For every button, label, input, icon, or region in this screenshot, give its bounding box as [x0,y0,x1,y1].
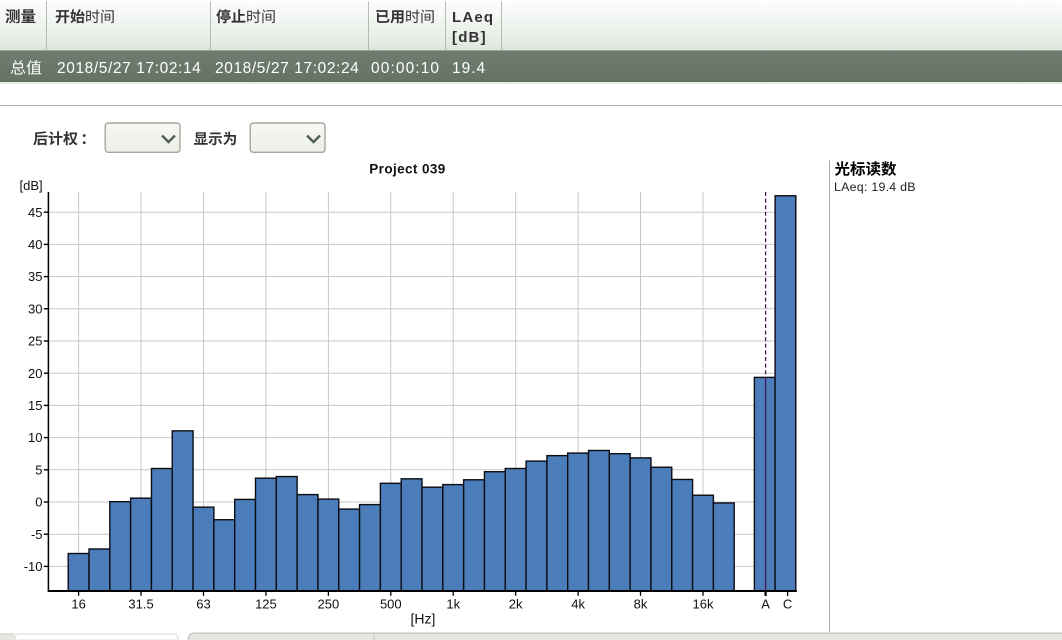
svg-text:Project 039: Project 039 [369,162,445,177]
svg-text:2018/5/27 17:02:24: 2018/5/27 17:02:24 [215,60,359,77]
svg-text:[Hz]: [Hz] [411,611,436,627]
svg-text:125: 125 [255,597,277,612]
svg-text:31.5: 31.5 [128,597,153,612]
svg-text:LAeq: LAeq [452,9,494,26]
svg-text:[dB]: [dB] [20,178,43,193]
svg-text:16k: 16k [692,597,713,612]
svg-text:0: 0 [35,495,42,510]
svg-text:25: 25 [28,334,42,349]
svg-text:4k: 4k [571,597,585,612]
svg-text:20: 20 [28,366,42,381]
svg-text:30: 30 [28,301,42,316]
svg-text:C: C [783,597,792,612]
svg-text:45: 45 [28,205,42,220]
svg-text:500: 500 [380,597,402,612]
svg-text:10: 10 [28,430,42,445]
svg-text:-5: -5 [31,527,43,542]
svg-text:19.4: 19.4 [452,60,486,77]
svg-text:00:00:10: 00:00:10 [371,60,440,77]
svg-text:LAeq: 19.4 dB: LAeq: 19.4 dB [834,180,916,194]
svg-text:35: 35 [28,269,42,284]
svg-text:2018/5/27 17:02:14: 2018/5/27 17:02:14 [57,60,201,77]
svg-text:15: 15 [28,398,42,413]
svg-text:250: 250 [318,597,340,612]
svg-text:2k: 2k [509,597,523,612]
svg-text:8k: 8k [634,597,648,612]
svg-text:16: 16 [71,597,85,612]
svg-text:1k: 1k [446,597,460,612]
svg-text:[dB]: [dB] [452,29,487,46]
svg-text:A: A [761,597,770,612]
svg-text:63: 63 [196,597,210,612]
svg-text:40: 40 [28,237,42,252]
svg-text:5: 5 [35,462,42,477]
svg-text:-10: -10 [24,559,43,574]
